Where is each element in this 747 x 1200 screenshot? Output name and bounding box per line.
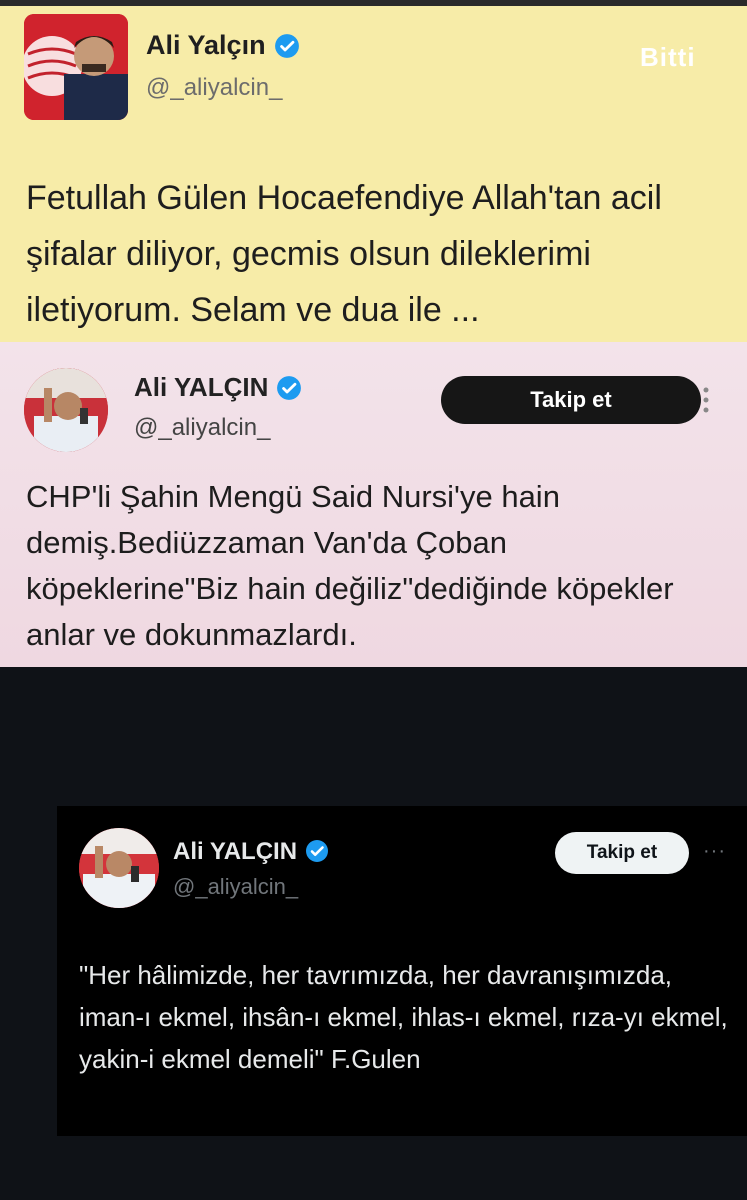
more-options-icon[interactable]: ···	[703, 840, 726, 863]
tweet-text: Fetullah Gülen Hocaefendiye Allah'tan ac…	[26, 179, 662, 329]
tweet-screenshot-yellow: Ali Yalçın @_aliyalcin_ Bitti Fetullah G…	[0, 0, 747, 342]
verified-badge-icon	[305, 839, 331, 865]
avatar[interactable]	[24, 14, 128, 120]
cropped-top-strip	[0, 0, 747, 6]
more-options-icon[interactable]	[700, 384, 712, 416]
author-handle[interactable]: @_aliyalcin_	[134, 414, 270, 442]
avatar[interactable]	[24, 368, 108, 452]
tweet-text: CHP'li Şahin Mengü Said Nursi'ye hain de…	[26, 479, 674, 652]
verified-badge-icon	[274, 33, 300, 59]
tweet-screenshot-pink: Ali YALÇIN @_aliyalcin_ Takip et CHP'li …	[0, 342, 747, 667]
author-handle[interactable]: @_aliyalcin_	[146, 74, 282, 102]
author-name-row: Ali YALÇIN	[173, 838, 331, 866]
done-button[interactable]: Bitti	[640, 42, 696, 73]
verified-badge-icon	[276, 375, 302, 401]
author-name[interactable]: Ali YALÇIN	[173, 838, 297, 866]
avatar[interactable]	[79, 828, 159, 908]
author-name-row: Ali Yalçın	[146, 30, 300, 61]
tweet-card-dark: Ali YALÇIN @_aliyalcin_ Takip et ··· "He…	[57, 806, 747, 1136]
author-handle[interactable]: @_aliyalcin_	[173, 874, 298, 900]
follow-button[interactable]: Takip et	[555, 832, 689, 874]
author-name[interactable]: Ali YALÇIN	[134, 372, 268, 403]
author-name[interactable]: Ali Yalçın	[146, 30, 266, 61]
author-name-row: Ali YALÇIN	[134, 372, 302, 403]
follow-button[interactable]: Takip et	[441, 376, 701, 424]
tweet-text: "Her hâlimizde, her tavrımızda, her davr…	[79, 960, 728, 1074]
